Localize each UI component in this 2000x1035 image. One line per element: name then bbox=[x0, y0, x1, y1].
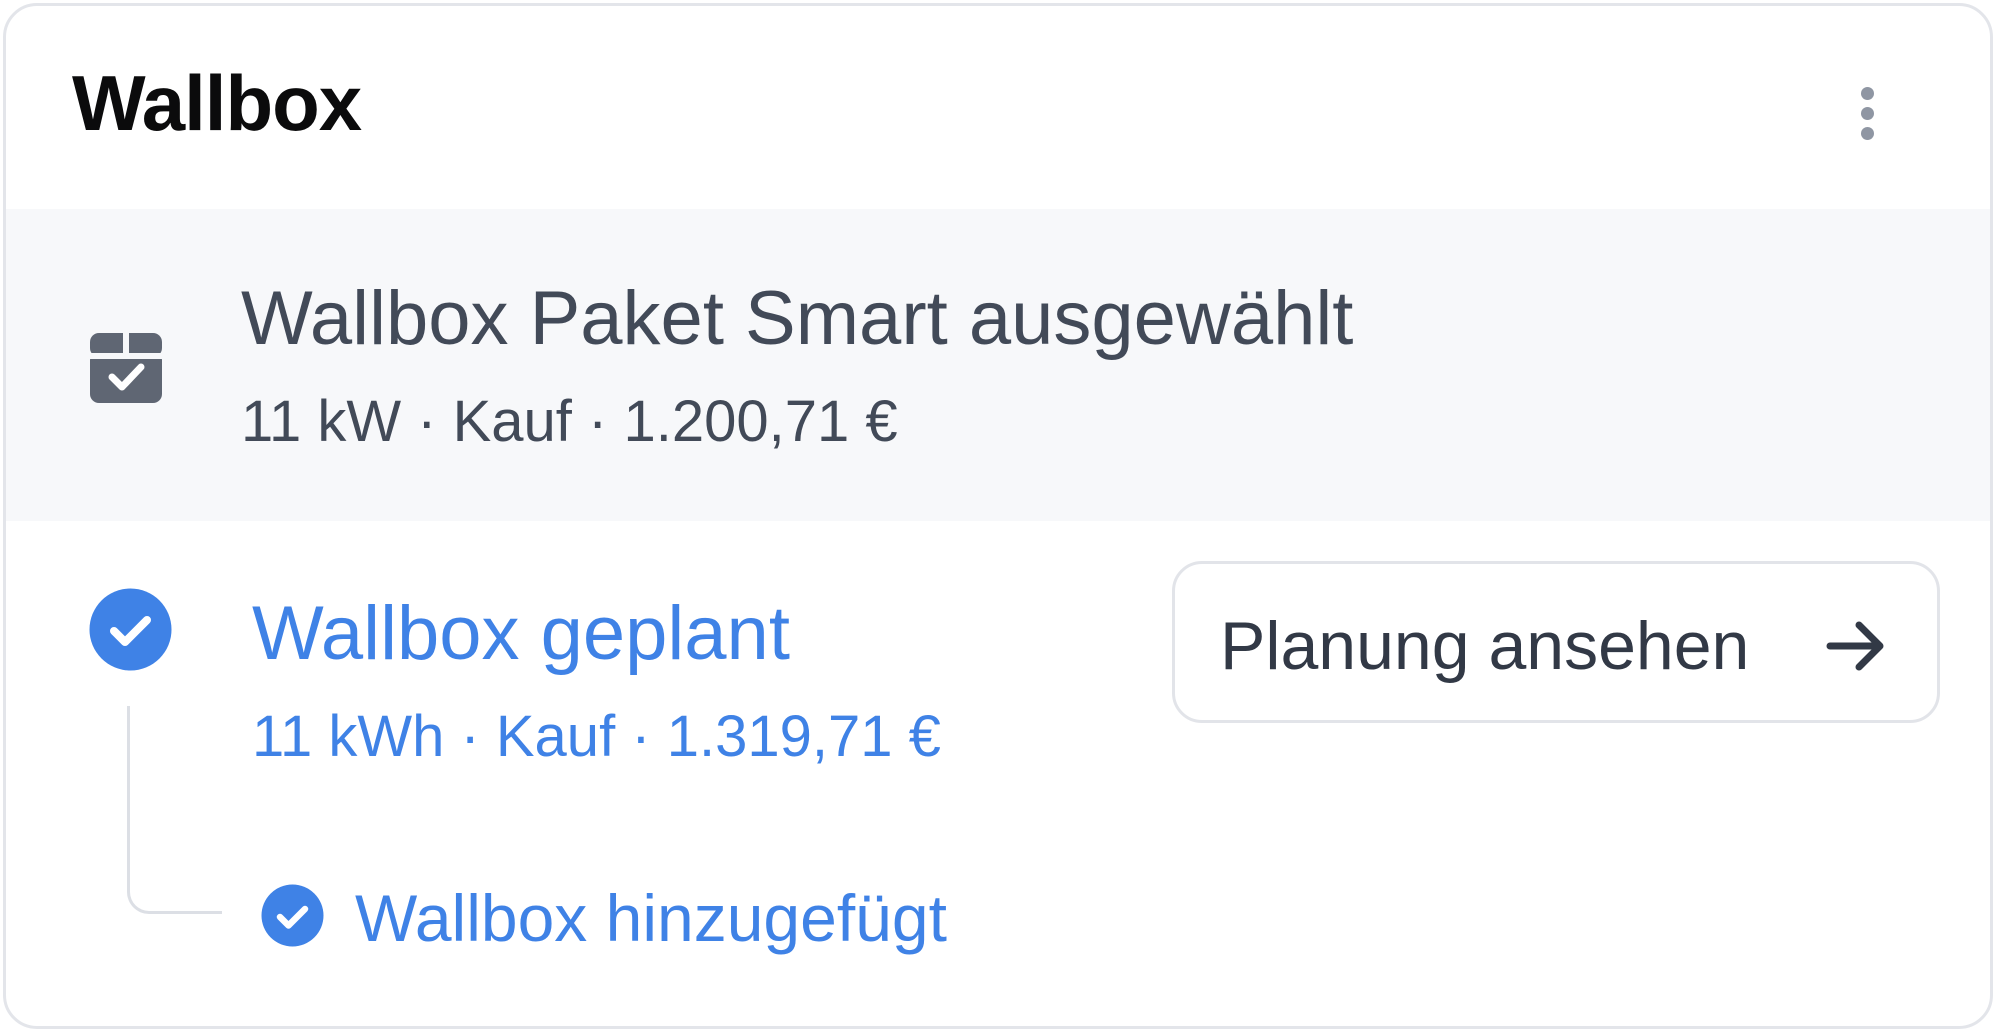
menu-dot bbox=[1861, 87, 1874, 100]
selected-package-title: Wallbox Paket Smart ausgewählt bbox=[241, 276, 1354, 361]
view-planning-button-label: Planung ansehen bbox=[1220, 608, 1750, 684]
planned-title: Wallbox geplant bbox=[252, 591, 790, 676]
menu-dot bbox=[1861, 127, 1874, 140]
package-check-icon bbox=[88, 333, 164, 403]
planned-check-circle-icon bbox=[89, 588, 172, 671]
more-options-icon[interactable] bbox=[1851, 84, 1885, 144]
selected-package-row: Wallbox Paket Smart ausgewählt 11 kW · K… bbox=[6, 209, 1990, 521]
added-check-circle-icon bbox=[261, 884, 324, 947]
timeline-connector bbox=[127, 706, 222, 914]
wallbox-card: Wallbox Wallbox Paket Smart ausgewählt 1… bbox=[3, 3, 1993, 1029]
card-title: Wallbox bbox=[72, 59, 362, 147]
view-planning-button[interactable]: Planung ansehen bbox=[1172, 561, 1940, 723]
menu-dot bbox=[1861, 107, 1874, 120]
arrow-right-icon bbox=[1826, 621, 1884, 671]
planned-details: 11 kWh · Kauf · 1.319,71 € bbox=[252, 704, 941, 769]
wallbox-added-label: Wallbox hinzugefügt bbox=[355, 881, 947, 955]
selected-package-details: 11 kW · Kauf · 1.200,71 € bbox=[241, 389, 898, 454]
